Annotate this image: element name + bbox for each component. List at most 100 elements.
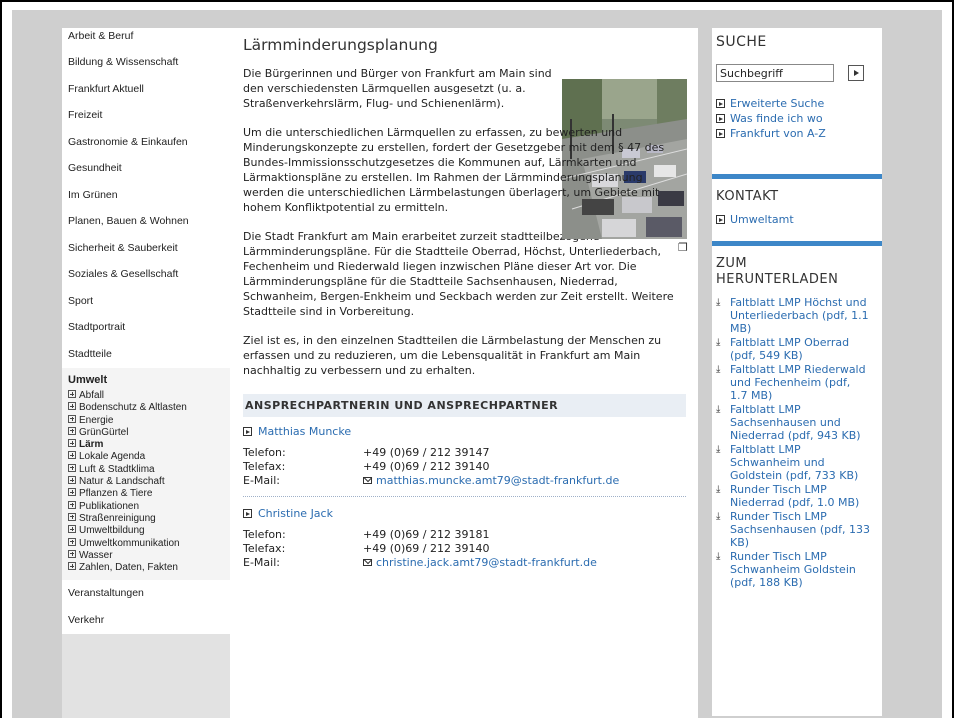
download-label: Faltblatt LMP Schwanheim und Goldstein (… [730,443,859,482]
plus-box-icon [68,512,76,521]
search-link-label: Frankfurt von A-Z [730,127,826,140]
contact-person-link[interactable]: Christine Jack [243,507,686,520]
nav-sub-item-grüngürtel[interactable]: GrünGürtel [68,426,230,439]
nav-item-veranstaltungen[interactable]: Veranstaltungen [62,581,230,608]
nav-sub-item-pflanzen-tiere[interactable]: Pflanzen & Tiere [68,488,230,500]
download-link[interactable]: ⤓ Runder Tisch LMP Sachsenhausen (pdf, 13… [716,510,882,549]
contact-value-phone: +49 (0)69 / 212 39181 [363,528,490,541]
downloads-box: ZUM HERUNTERLADEN ⤓ Faltblatt LMP Höchst … [712,246,882,716]
search-link-was-finde-ich-wo[interactable]: Was finde ich wo [716,111,882,126]
nav-sub-item-umweltkommunikation[interactable]: Umweltkommunikation [68,537,230,550]
intro-paragraph: Die Bürgerinnen und Bürger von Frankfurt… [243,67,552,110]
nav-sub-item-lärm[interactable]: Lärm [68,439,230,451]
nav-sub-item-label: Luft & Stadtklima [79,463,155,475]
download-link[interactable]: ⤓ Runder Tisch LMP Niederrad (pdf, 1.0 MB… [716,483,882,509]
download-icon: ⤓ [716,511,721,522]
nav-item-gastronomie-einkaufen[interactable]: Gastronomie & Einkaufen [62,129,230,156]
nav-sub-item-bodenschutz-altlasten[interactable]: Bodenschutz & Altlasten [68,402,230,414]
nav-item-soziales-gesellschaft[interactable]: Soziales & Gesellschaft [62,262,230,289]
nav-item-gesundheit[interactable]: Gesundheit [62,156,230,183]
arrow-box-icon [716,129,725,138]
nav-active-heading[interactable]: Umwelt [68,374,230,386]
search-box: SUCHE Erweiterte Suche Was finde ich wo Fr… [712,28,882,174]
search-input[interactable] [716,64,834,82]
plus-box-icon [68,390,76,398]
plus-box-icon [68,500,76,509]
downloads-title: ZUM HERUNTERLADEN [716,256,839,287]
contact-row-fax: Telefax: +49 (0)69 / 212 39140 [243,542,686,556]
contact-row-phone: Telefon: +49 (0)69 / 212 39147 [243,446,686,460]
nav-item-frankfurt-aktuell[interactable]: Frankfurt Aktuell [62,76,230,103]
nav-sub-item-straßenreinigung[interactable]: Straßenreinigung [68,512,230,525]
nav-sub-item-wasser[interactable]: Wasser [68,549,230,562]
legal-paragraph: Um die unterschiedlichen Lärmquellen zu … [243,125,686,215]
nav-sub-item-label: Abfall [79,390,105,401]
search-link-frankfurt-von-a-z[interactable]: Frankfurt von A-Z [716,126,882,141]
download-label: Runder Tisch LMP Schwanheim Goldstein (p… [730,550,856,589]
contact-label-phone: Telefon: [243,528,286,541]
plus-box-icon [68,488,76,497]
download-link[interactable]: ⤓ Faltblatt LMP Sachsenhausen und Niederr… [716,403,882,442]
nav-sub-list: Abfall Bodenschutz & Altlasten Energie Grün… [68,390,230,574]
nav-item-sicherheit-sauberkeit[interactable]: Sicherheit & Sauberkeit [62,235,230,262]
contact-row-fax: Telefax: +49 (0)69 / 212 39140 [243,460,686,474]
nav-sub-item-lokale-agenda[interactable]: Lokale Agenda [68,451,230,463]
enlarge-image-icon[interactable]: ❐ [678,241,688,254]
nav-sub-item-zahlen-daten-fakten[interactable]: Zahlen, Daten, Fakten [68,562,230,574]
nav-sub-item-energie[interactable]: Energie [68,414,230,427]
download-link[interactable]: ⤓ Faltblatt LMP Riederwald und Fechenheim… [716,363,882,402]
download-icon: ⤓ [716,364,721,375]
nav-sub-item-label: Umweltkommunikation [79,537,180,549]
email-address: christine.jack.amt79@stadt-frankfurt.de [376,556,597,569]
arrow-box-icon [243,509,252,518]
search-link-label: Was finde ich wo [730,112,823,125]
download-link[interactable]: ⤓ Faltblatt LMP Höchst und Unterliederbac… [716,296,882,335]
download-link[interactable]: ⤓ Faltblatt LMP Schwanheim und Goldstein … [716,443,882,482]
nav-item-verkehr[interactable]: Verkehr [62,607,230,635]
main-content: Lärmminderungsplanung ❐ Die Bürgerinnen … [230,28,698,718]
plus-box-icon [68,463,76,472]
email-link[interactable]: matthias.muncke.amt79@stadt-frankfurt.de [363,474,619,488]
nav-sub-item-natur-landschaft[interactable]: Natur & Landschaft [68,476,230,488]
email-link[interactable]: christine.jack.amt79@stadt-frankfurt.de [363,556,597,570]
search-submit-button[interactable] [848,65,864,81]
nav-sub-item-publikationen[interactable]: Publikationen [68,500,230,513]
download-label: Runder Tisch LMP Sachsenhausen (pdf, 133… [730,510,870,549]
nav-item-arbeit-beruf[interactable]: Arbeit & Beruf [62,28,230,50]
right-sidebar: SUCHE Erweiterte Suche Was finde ich wo Fr… [712,28,882,718]
nav-sub-item-abfall[interactable]: Abfall [68,390,230,402]
nav-item-freizeit[interactable]: Freizeit [62,103,230,130]
arrow-box-icon [716,215,725,224]
plus-box-icon [68,476,76,485]
nav-sub-item-umweltbildung[interactable]: Umweltbildung [68,525,230,537]
left-navigation: Arbeit & Beruf Bildung & Wissenschaft Fran… [62,28,230,718]
nav-sub-item-label: Lärm [79,439,104,451]
download-link[interactable]: ⤓ Runder Tisch LMP Schwanheim Goldstein (… [716,550,882,589]
nav-sub-item-luft-stadtklima[interactable]: Luft & Stadtklima [68,463,230,476]
plus-box-icon [68,439,76,448]
contact-link-umweltamt[interactable]: Umweltamt [716,212,882,227]
nav-item-stadtteile[interactable]: Stadtteile [62,341,230,368]
nav-item-im-grünen[interactable]: Im Grünen [62,182,230,209]
search-link-erweiterte-suche[interactable]: Erweiterte Suche [716,96,882,111]
nav-item-bildung-wissenschaft[interactable]: Bildung & Wissenschaft [62,50,230,77]
contact-value-fax: +49 (0)69 / 212 39140 [363,542,490,555]
nav-sub-item-label: Natur & Landschaft [79,476,165,488]
plus-box-icon [68,525,76,534]
contact-person-link[interactable]: Matthias Muncke [243,425,686,438]
contact-row-email: E-Mail: christine.jack.amt79@stadt-frankf… [243,556,686,570]
nav-item-stadtportrait[interactable]: Stadtportrait [62,315,230,342]
contact-heading: ANSPRECHPARTNERIN UND ANSPRECHPARTNER [243,394,686,417]
download-link[interactable]: ⤓ Faltblatt LMP Oberrad (pdf, 549 KB) [716,336,882,362]
nav-bottom-list: Veranstaltungen Verkehr [62,581,230,635]
search-row [716,64,882,82]
plus-box-icon [68,402,76,411]
nav-item-sport[interactable]: Sport [62,288,230,315]
contact-link-label: Umweltamt [730,213,794,226]
download-label: Faltblatt LMP Sachsenhausen und Niederra… [730,403,861,442]
download-icon: ⤓ [716,551,721,562]
nav-item-planen-bauen-wohnen[interactable]: Planen, Bauen & Wohnen [62,209,230,236]
download-icon: ⤓ [716,337,721,348]
nav-sub-item-label: GrünGürtel [79,426,129,438]
contact-label-phone: Telefon: [243,446,286,459]
